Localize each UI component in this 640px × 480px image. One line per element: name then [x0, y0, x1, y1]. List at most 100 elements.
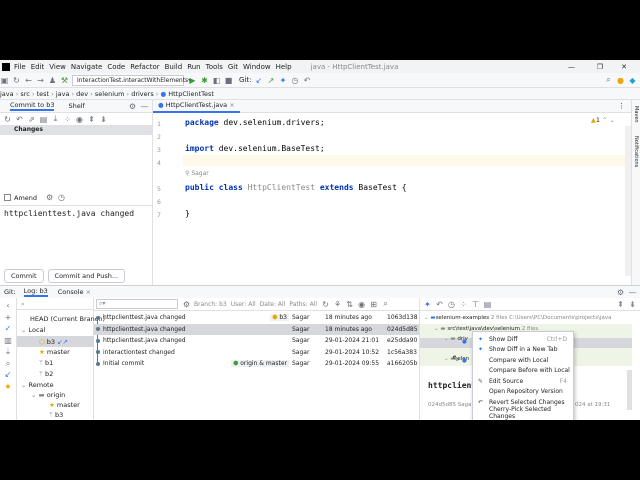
tab-log[interactable]: Log: b3	[23, 287, 48, 297]
changes-header[interactable]: Changes	[0, 125, 152, 135]
history-icon[interactable]: ◷	[447, 300, 456, 309]
menu-compare-before-local[interactable]: Compare Before with Local	[473, 366, 573, 377]
download-icon[interactable]: ⤓	[51, 114, 60, 124]
menu-window[interactable]: Window	[243, 63, 271, 71]
collapse-icon[interactable]: ‹	[0, 300, 16, 312]
minimize-button[interactable]: —	[568, 63, 575, 71]
revert-icon[interactable]: ↶	[435, 300, 444, 309]
debug-icon[interactable]: ✱	[200, 76, 209, 85]
menu-cherry-pick[interactable]: Cherry-Pick Selected Changes	[473, 406, 573, 420]
expand-icon[interactable]: ⇞	[87, 115, 96, 124]
search-icon[interactable]: ⌕	[0, 358, 16, 370]
log-search-input[interactable]: ⌕▾	[96, 299, 178, 309]
branch-item[interactable]: ᛘ b1	[39, 359, 53, 367]
view-options-icon[interactable]: ▤	[483, 300, 492, 309]
build-icon[interactable]: ⚒	[60, 76, 69, 85]
history-icon[interactable]: ◷	[290, 76, 299, 85]
menu-refactor[interactable]: Refactor	[130, 63, 159, 71]
more-tabs-icon[interactable]: ⋮	[618, 102, 625, 110]
menu-edit-source[interactable]: ✎ Edit Source F4	[473, 376, 573, 387]
save-icon[interactable]: ▣	[0, 76, 9, 85]
menu-show-diff-new-tab[interactable]: ✦ Show Diff in a New Tab	[473, 345, 573, 356]
menu-code[interactable]: Code	[107, 63, 125, 71]
menu-tools[interactable]: Tools	[206, 63, 223, 71]
favorite-icon[interactable]: ★	[0, 381, 16, 393]
rollback-icon[interactable]: ↶	[302, 76, 311, 85]
user-icon[interactable]: ♟	[48, 76, 57, 85]
group-icon[interactable]: ⁘	[63, 115, 72, 124]
eye-icon[interactable]: ◉	[357, 300, 366, 309]
search-icon[interactable]: ⌕	[381, 299, 390, 309]
branch-group-remote[interactable]: ⌄ Remote	[21, 381, 54, 389]
close-tab-icon[interactable]: ×	[229, 101, 234, 109]
search-icon[interactable]: ⌕	[604, 75, 613, 85]
menu-open-repo-version[interactable]: Open Repository Version	[473, 387, 573, 398]
commit-row[interactable]: interactiontest changed Sagar 29-01-2024 1…	[94, 347, 419, 358]
cherry-pick-icon[interactable]: ⚘	[333, 300, 342, 309]
pull-icon[interactable]: ⇣	[0, 346, 16, 358]
branch-item[interactable]: ᛘ b2	[39, 370, 53, 378]
history-icon[interactable]: ◷	[57, 193, 66, 202]
menu-show-diff[interactable]: ✦ Show Diff Ctrl+D	[473, 334, 573, 345]
notifications-tab[interactable]: Notifications	[633, 136, 639, 167]
branch-search-input[interactable]: ⌕	[17, 298, 93, 310]
menu-git[interactable]: Git	[228, 63, 238, 71]
push-icon[interactable]: ↗	[266, 76, 275, 85]
commit-row[interactable]: httpclienttest.java changed ⬢ b3 Sagar 18 m…	[94, 312, 419, 323]
goto-icon[interactable]: ⊞	[369, 300, 378, 309]
run-config-select[interactable]: InteractionTest.interactWithElements ▾	[72, 74, 191, 86]
diff-icon[interactable]: ⇗	[27, 115, 36, 124]
delete-icon[interactable]: ▥	[0, 335, 16, 347]
commit-and-push-button[interactable]: Commit and Push...	[47, 269, 126, 283]
commit-row[interactable]: Initial commit ⬢ origin & master Sagar 29-0…	[94, 358, 419, 369]
amend-checkbox[interactable]	[4, 194, 11, 201]
settings-icon[interactable]: ⚙	[45, 193, 54, 202]
details-scrollbar[interactable]	[627, 370, 632, 410]
tab-shelf[interactable]: Shelf	[68, 102, 84, 110]
tab-commit[interactable]: Commit to b3	[10, 101, 55, 111]
date-filter[interactable]: Date: All	[260, 301, 286, 308]
crumb[interactable]: HttpClientTest	[168, 90, 214, 98]
crumb[interactable]: src	[20, 90, 30, 98]
gear-icon[interactable]: ⚙	[128, 102, 137, 111]
refresh-icon[interactable]: ↻	[3, 115, 12, 124]
menu-help[interactable]: Help	[276, 63, 292, 71]
branch-item[interactable]: ᛘ b3	[49, 411, 63, 419]
crumb[interactable]: java	[0, 90, 14, 98]
tab-console[interactable]: Console	[58, 288, 84, 296]
crumb[interactable]: dev	[76, 90, 88, 98]
assistant-icon[interactable]: ◆	[628, 76, 637, 85]
commit-button[interactable]: Commit	[4, 269, 44, 283]
commit-message-input[interactable]: httpclienttest.java changed	[0, 205, 152, 260]
view-icon[interactable]: ◉	[75, 115, 84, 124]
menu-compare-local[interactable]: Compare with Local	[473, 355, 573, 366]
branch-group-local[interactable]: ⌄ Local	[21, 326, 45, 334]
restore-button[interactable]: ❐	[597, 63, 603, 71]
refresh-icon[interactable]: ↻	[321, 300, 330, 309]
branch-item[interactable]: ★ master	[49, 401, 80, 409]
tree-root[interactable]: ⌄ ▬selenium-examples 2 files C:\Users\PC…	[424, 315, 611, 321]
rollback-icon[interactable]: ↶	[15, 115, 24, 124]
group-icon[interactable]: ⁘	[459, 300, 468, 309]
hide-icon[interactable]: —	[628, 288, 637, 297]
update-icon[interactable]: ↙	[254, 76, 263, 85]
commit-row[interactable]: httpclienttest.java changed Sagar 18 minut…	[94, 323, 419, 335]
branch-item[interactable]: ★ master	[39, 348, 70, 356]
inspection-widget[interactable]: ▲ 1 ⌃ ⌄	[591, 116, 615, 124]
checkout-icon[interactable]: ✓	[0, 323, 16, 335]
sort-icon[interactable]: ⇅	[345, 300, 354, 309]
fetch-icon[interactable]: ✦	[278, 76, 287, 85]
collapse-all-icon[interactable]: ⇟	[628, 300, 637, 309]
crumb[interactable]: test	[37, 90, 49, 98]
code-author-hint[interactable]: Sagar	[191, 170, 208, 177]
add-icon[interactable]: +	[0, 312, 16, 324]
filter-icon[interactable]: ⊤	[471, 300, 480, 309]
menu-file[interactable]: File	[14, 63, 26, 71]
crumb[interactable]: drivers	[131, 90, 154, 98]
filter-settings-icon[interactable]: ⚙	[182, 300, 191, 309]
menu-navigate[interactable]: Navigate	[71, 63, 102, 71]
menu-run[interactable]: Run	[187, 63, 200, 71]
hide-icon[interactable]: —	[140, 102, 149, 111]
sync-icon[interactable]: ↻	[12, 76, 21, 85]
collapse-icon[interactable]: ⇟	[99, 115, 108, 124]
